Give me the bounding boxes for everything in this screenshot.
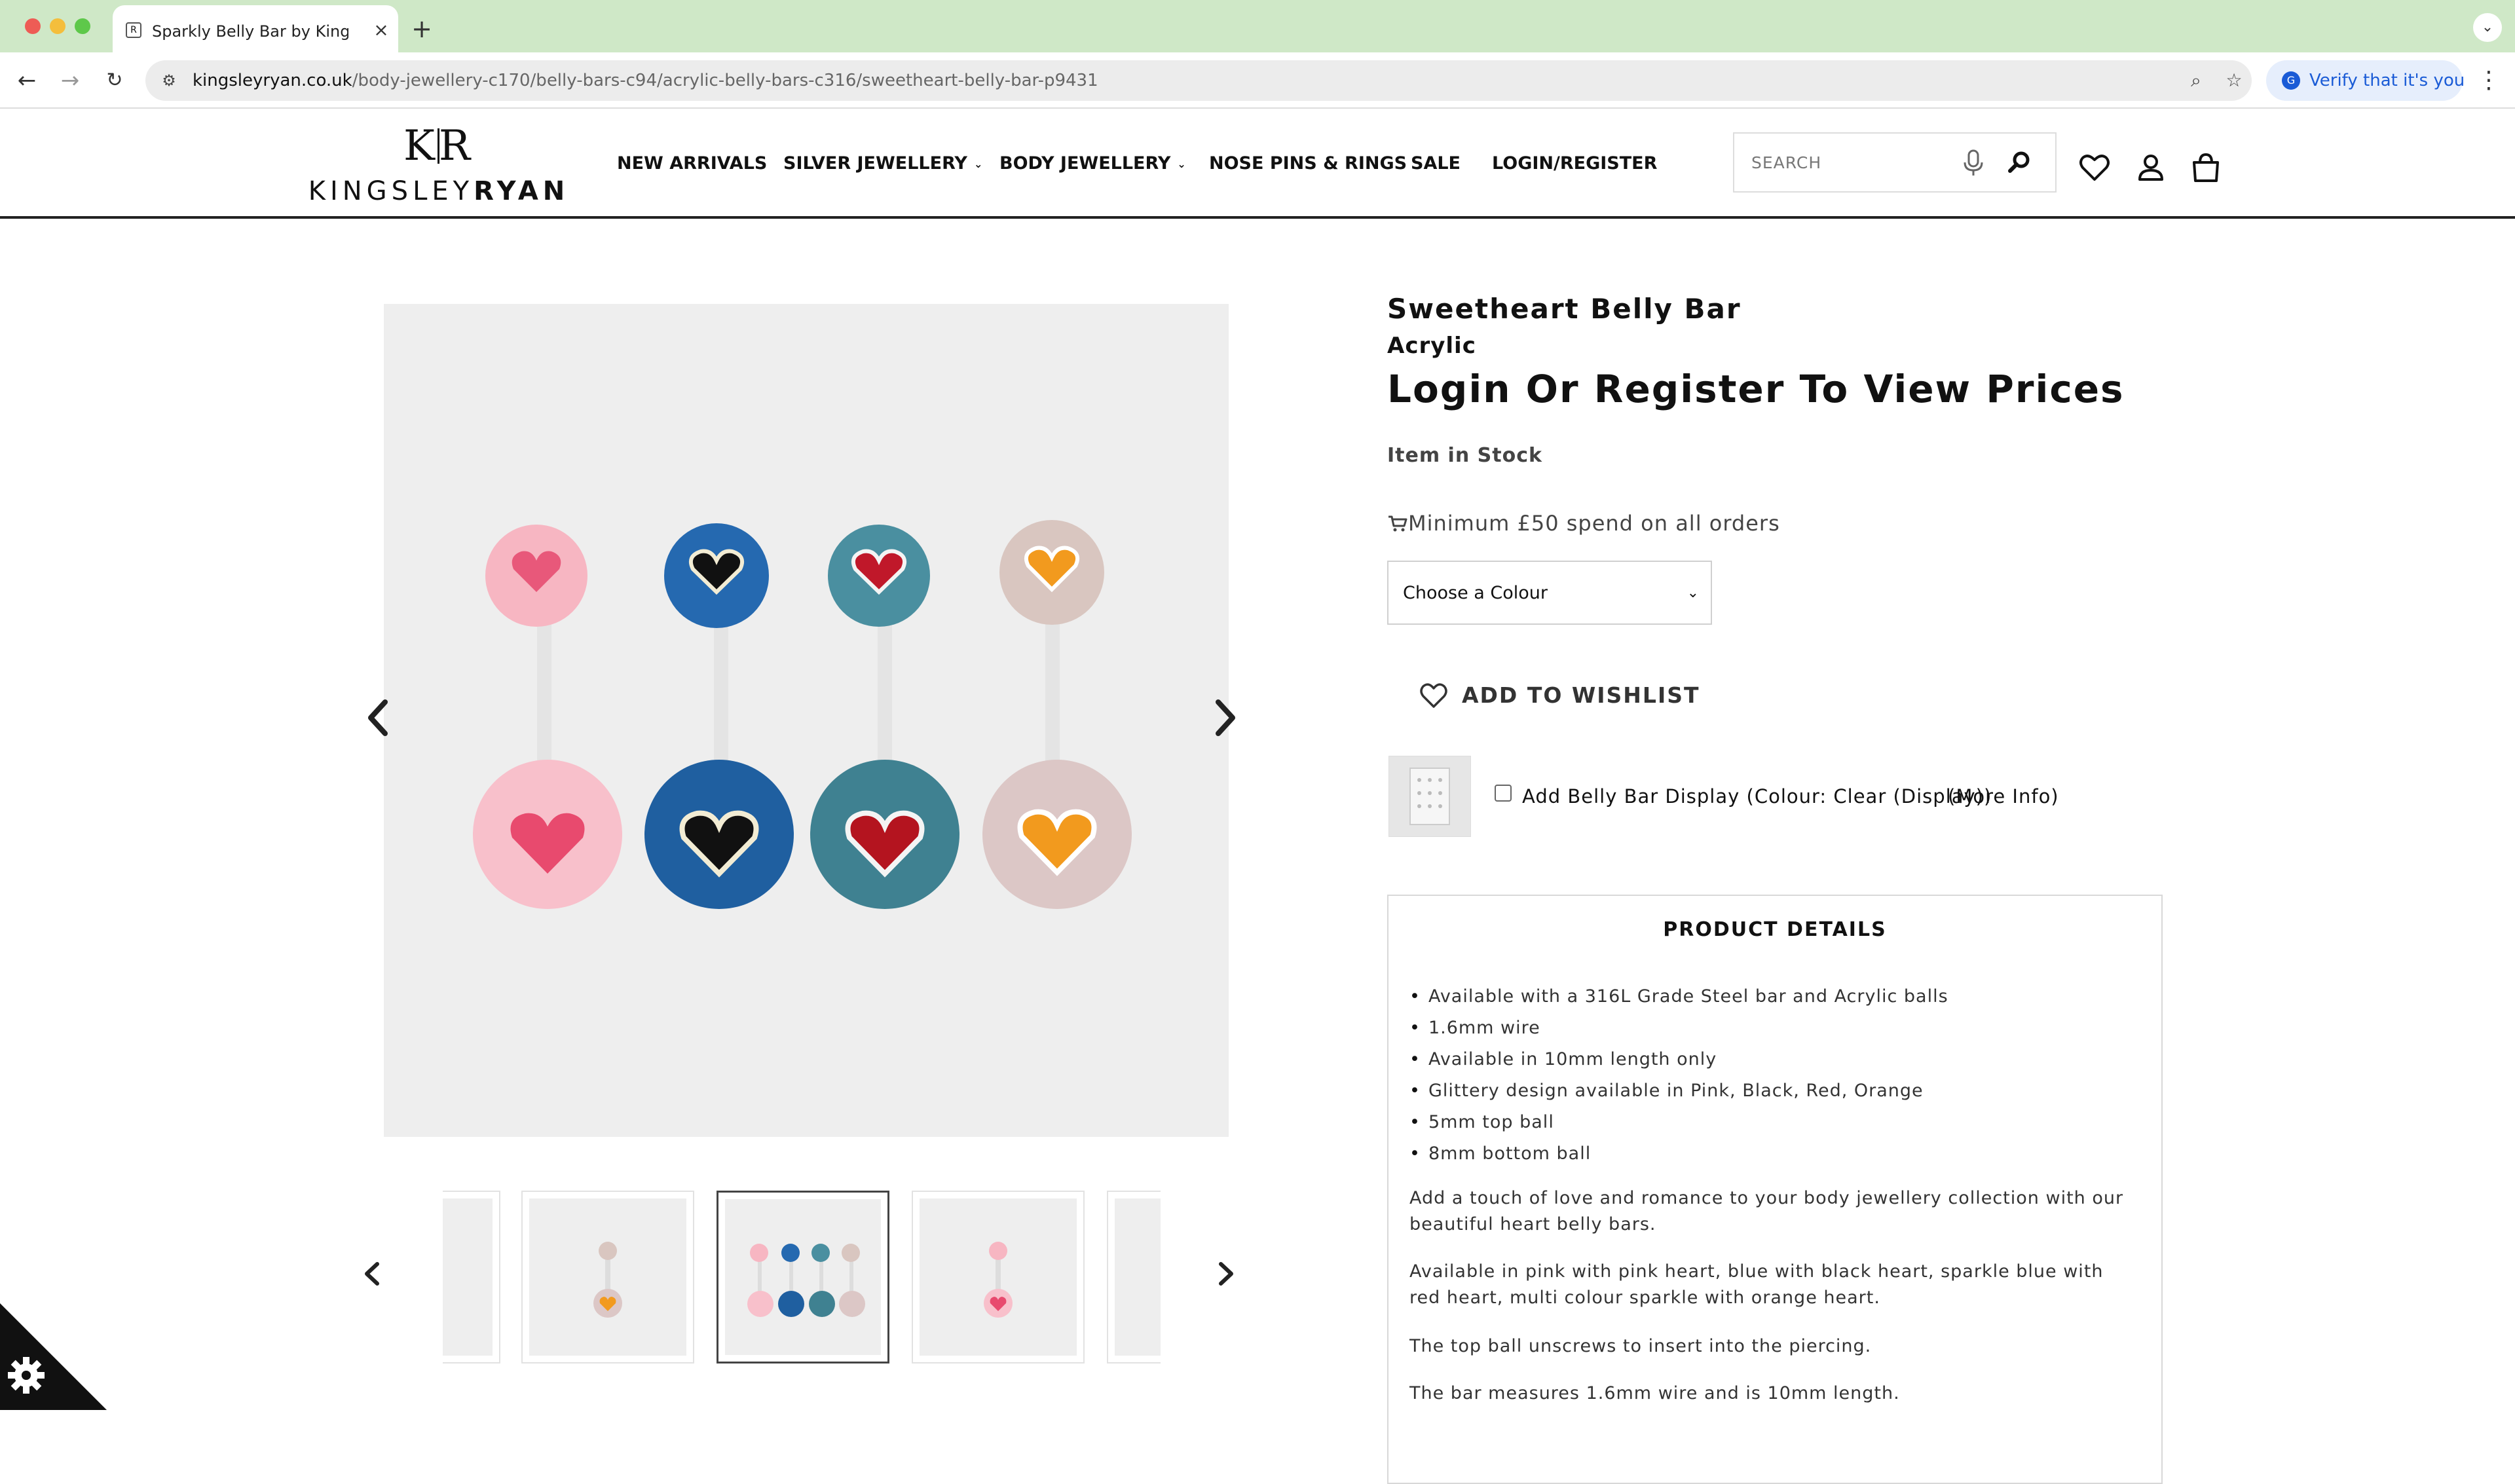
belly-bars-photo (473, 520, 1132, 909)
description-paragraph: Available in pink with pink heart, blue … (1409, 1261, 2104, 1308)
browser-menu-icon[interactable]: ⋮ (2476, 60, 2502, 101)
browser-toolbar: ← → ↻ ⚙ kingsleyryan.co.uk/body-jeweller… (0, 52, 2515, 109)
product-details-panel: PRODUCT DETAILS Available with a 316L Gr… (1387, 895, 2163, 1484)
bookmark-star-icon[interactable]: ☆ (2222, 68, 2246, 93)
thumbnail[interactable] (521, 1191, 694, 1363)
nav-sale[interactable]: SALE (1411, 149, 1461, 178)
site-settings-icon[interactable]: ⚙ (158, 70, 179, 91)
verify-label: Verify that it's you (2309, 71, 2465, 90)
more-info-link[interactable]: (More Info) (1948, 782, 2059, 811)
search-input[interactable] (1734, 134, 1957, 191)
shopping-bag-icon[interactable] (2188, 149, 2224, 186)
verify-identity-chip[interactable]: G Verify that it's you (2266, 60, 2465, 101)
belly-bar-display-image (1388, 756, 1471, 837)
address-bar[interactable]: ⚙ kingsleyryan.co.uk/body-jewellery-c170… (145, 60, 2252, 101)
chevron-down-icon: ⌄ (973, 157, 983, 170)
wishlist-heart-icon[interactable] (2076, 149, 2113, 186)
nav-nose-pins-rings[interactable]: NOSE PINS & RINGS (1209, 149, 1407, 178)
browser-tab[interactable]: R Sparkly Belly Bar by Kingsley × (113, 5, 398, 52)
zoom-icon[interactable]: ⌕ (2184, 68, 2208, 93)
list-item: 8mm bottom ball (1409, 1138, 1948, 1170)
thumbnail[interactable] (912, 1191, 1085, 1363)
product-details-list: Available with a 316L Grade Steel bar an… (1409, 981, 1948, 1170)
add-display-label[interactable]: Add Belly Bar Display (Colour: Clear (Di… (1522, 782, 1992, 811)
browser-tab-bar: R Sparkly Belly Bar by Kingsley × + ⌄ (0, 0, 2515, 52)
site-header: KR KINGSLEYRYAN NEW ARRIVALS SILVER JEWE… (0, 109, 2515, 219)
tab-title: Sparkly Belly Bar by Kingsley (152, 22, 348, 41)
thumbnail[interactable] (1107, 1191, 1161, 1363)
microphone-icon[interactable] (1957, 147, 1990, 179)
thumbnail[interactable] (443, 1191, 500, 1363)
reload-icon[interactable]: ↻ (98, 64, 131, 97)
site-logo[interactable]: KR KINGSLEYRYAN (308, 123, 570, 208)
google-account-icon: G (2282, 71, 2300, 90)
heart-icon (1420, 683, 1447, 708)
logo-mark: KR (396, 123, 481, 169)
colour-select[interactable]: Choose a Colour ⌄ (1387, 561, 1712, 625)
account-user-icon[interactable] (2133, 149, 2169, 186)
chevron-down-icon: ⌄ (1177, 157, 1186, 170)
gear-icon (8, 1357, 45, 1394)
list-item: 1.6mm wire (1409, 1012, 1948, 1044)
search-icon[interactable] (2003, 147, 2036, 179)
next-thumbnail-arrow-icon[interactable] (1213, 1251, 1239, 1297)
minimize-window-button[interactable] (50, 18, 65, 34)
new-tab-button[interactable]: + (406, 13, 438, 45)
site-favicon-icon: R (126, 22, 141, 38)
forward-arrow-icon[interactable]: → (54, 64, 86, 97)
list-item: Available in 10mm length only (1409, 1044, 1948, 1075)
description-paragraph: The bar measures 1.6mm wire and is 10mm … (1409, 1383, 1900, 1403)
thumbnail-image (984, 1242, 1013, 1318)
add-to-wishlist-button[interactable]: ADD TO WISHLIST (1417, 677, 1700, 714)
url-text[interactable]: kingsleyryan.co.uk/body-jewellery-c170/b… (193, 68, 1098, 93)
product-main-image[interactable] (384, 304, 1229, 1137)
thumbnail-image (593, 1242, 622, 1318)
stock-status: Item in Stock (1387, 444, 1542, 467)
nav-silver-jewellery[interactable]: SILVER JEWELLERY ⌄ (783, 149, 982, 178)
product-material: Acrylic (1387, 333, 1476, 359)
site-search (1733, 132, 2057, 193)
cart-icon (1388, 515, 1407, 532)
maximize-window-button[interactable] (75, 18, 90, 34)
tab-search-chevron-icon[interactable]: ⌄ (2473, 13, 2502, 42)
list-item: Glittery design available in Pink, Black… (1409, 1075, 1948, 1107)
add-display-checkbox[interactable] (1495, 785, 1512, 802)
chevron-down-icon: ⌄ (1686, 585, 1699, 601)
colour-select-value: Choose a Colour (1403, 583, 1548, 603)
thumbnail-strip (443, 1191, 1161, 1363)
cookie-settings-button[interactable] (0, 1303, 107, 1410)
thumbnail-image (747, 1244, 865, 1317)
close-tab-icon[interactable]: × (368, 17, 394, 43)
thumbnail-selected[interactable] (717, 1191, 889, 1363)
back-arrow-icon[interactable]: ← (10, 64, 43, 97)
list-item: 5mm top ball (1409, 1107, 1948, 1138)
close-window-button[interactable] (25, 18, 41, 34)
previous-thumbnail-arrow-icon[interactable] (359, 1251, 385, 1297)
description-paragraph: Add a touch of love and romance to your … (1409, 1188, 2124, 1234)
previous-image-arrow-icon[interactable] (358, 692, 397, 744)
description-paragraph: The top ball unscrews to insert into the… (1409, 1336, 1872, 1356)
list-item: Available with a 316L Grade Steel bar an… (1409, 981, 1948, 1012)
nav-login-register[interactable]: LOGIN/REGISTER (1492, 149, 1657, 178)
product-title: Sweetheart Belly Bar (1387, 293, 1742, 325)
login-to-view-prices-link[interactable]: Login Or Register To View Prices (1387, 364, 2125, 414)
logo-wordmark: KINGSLEYRYAN (308, 176, 570, 206)
product-details-title: PRODUCT DETAILS (1663, 918, 1887, 941)
nav-new-arrivals[interactable]: NEW ARRIVALS (617, 149, 767, 178)
display-stand-image (1409, 768, 1450, 825)
nav-body-jewellery[interactable]: BODY JEWELLERY ⌄ (999, 149, 1186, 178)
minimum-spend-note: Minimum £50 spend on all orders (1387, 508, 1780, 538)
next-image-arrow-icon[interactable] (1206, 692, 1246, 744)
